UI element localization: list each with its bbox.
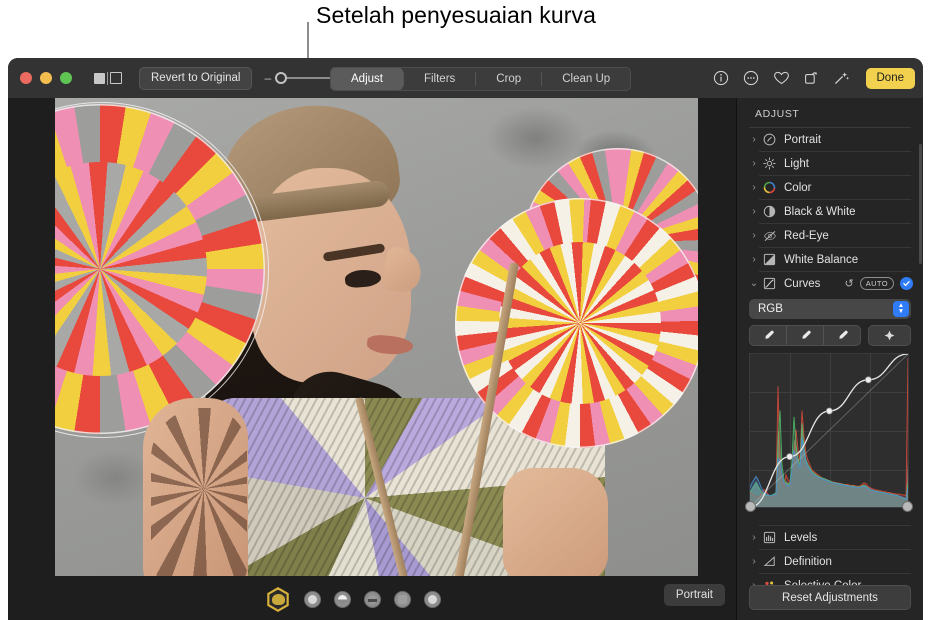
tab-crop[interactable]: Crop xyxy=(476,68,541,90)
sidebar-item-definition[interactable]: › Definition xyxy=(737,550,923,573)
sidebar-item-levels[interactable]: › Levels xyxy=(737,526,923,549)
panel-scrollbar[interactable] xyxy=(919,144,922,264)
sidebar-item-label: Black & White xyxy=(784,206,856,218)
info-icon[interactable] xyxy=(713,70,730,87)
variant-thumbnail-strip[interactable] xyxy=(8,587,698,612)
levels-icon xyxy=(761,531,778,544)
chevron-right-icon[interactable]: › xyxy=(749,230,759,241)
chevron-right-icon[interactable]: › xyxy=(749,556,759,567)
red-eye-icon xyxy=(761,229,778,242)
sidebar-item-red-eye[interactable]: › Red-Eye xyxy=(737,224,923,247)
reset-adjustments-button[interactable]: Reset Adjustments xyxy=(749,585,911,610)
curve-editor[interactable] xyxy=(749,353,911,508)
edited-photo[interactable] xyxy=(55,98,698,576)
auto-button[interactable]: AUTO xyxy=(860,277,894,290)
chevron-right-icon[interactable]: › xyxy=(749,158,759,169)
zoom-slider-knob[interactable] xyxy=(275,72,287,84)
variant-thumb[interactable] xyxy=(394,591,411,608)
sidebar-item-label: White Balance xyxy=(784,254,858,266)
histogram-svg xyxy=(750,354,908,507)
chevron-right-icon[interactable]: › xyxy=(749,134,759,145)
portrait-icon xyxy=(761,133,778,146)
sidebar-item-label: Levels xyxy=(784,532,817,544)
revert-to-original-button[interactable]: Revert to Original xyxy=(139,67,252,90)
variant-thumb[interactable] xyxy=(364,591,381,608)
chevron-right-icon[interactable]: › xyxy=(749,182,759,193)
curves-icon xyxy=(761,277,778,290)
leaf-shadow-on-arm xyxy=(151,408,247,576)
curves-header-controls: ↺ AUTO xyxy=(844,277,913,290)
window-toolbar: Revert to Original – + Adjust Filters Cr… xyxy=(8,58,923,98)
light-icon xyxy=(761,157,778,170)
panel-title: ADJUST xyxy=(737,98,923,127)
variant-thumb[interactable] xyxy=(334,591,351,608)
favorite-heart-icon[interactable] xyxy=(773,70,790,87)
sidebar-item-light[interactable]: › Light xyxy=(737,152,923,175)
photo-canvas-area: Portrait xyxy=(8,98,745,620)
black-and-white-icon xyxy=(761,205,778,218)
color-wheel-icon xyxy=(761,181,778,194)
chevron-right-icon[interactable]: › xyxy=(749,254,759,265)
variant-thumb[interactable] xyxy=(304,591,321,608)
adjust-sidebar: ADJUST › Portrait › Light › xyxy=(736,98,923,620)
channel-select[interactable]: RGB ▲▼ xyxy=(749,299,911,319)
eyedropper-group[interactable] xyxy=(749,325,861,346)
subject-hand xyxy=(503,468,608,576)
sidebar-item-color[interactable]: › Color xyxy=(737,176,923,199)
gray-point-eyedropper[interactable] xyxy=(786,326,823,345)
minimize-button[interactable] xyxy=(40,72,52,84)
close-button[interactable] xyxy=(20,72,32,84)
sidebar-item-label: Portrait xyxy=(784,134,821,146)
tab-filters[interactable]: Filters xyxy=(404,68,475,90)
chevron-down-icon[interactable]: ⌄ xyxy=(749,278,759,289)
add-point-icon[interactable] xyxy=(868,325,911,346)
white-point-handle[interactable] xyxy=(902,501,913,512)
curve-tool-row xyxy=(749,325,911,346)
sidebar-item-label: Light xyxy=(784,158,809,170)
sidebar-item-curves[interactable]: ⌄ Curves ↺ AUTO xyxy=(737,272,923,295)
black-point-handle[interactable] xyxy=(745,501,756,512)
done-button[interactable]: Done xyxy=(866,68,916,89)
chevron-right-icon[interactable]: › xyxy=(749,206,759,217)
enhance-wand-icon[interactable] xyxy=(833,70,850,87)
sidebar-item-white-balance[interactable]: › White Balance xyxy=(737,248,923,271)
histogram-curve-plot[interactable] xyxy=(749,353,909,508)
edit-mode-segmented-control[interactable]: Adjust Filters Crop Clean Up xyxy=(330,67,631,91)
black-point-eyedropper[interactable] xyxy=(750,326,786,345)
tab-clean-up[interactable]: Clean Up xyxy=(542,68,630,90)
sidebar-item-portrait[interactable]: › Portrait xyxy=(737,128,923,151)
rotate-icon[interactable] xyxy=(803,70,820,87)
sidebar-item-label: Curves xyxy=(784,278,820,290)
zoom-out-label[interactable]: – xyxy=(264,72,271,84)
tab-adjust[interactable]: Adjust xyxy=(331,68,403,90)
chevron-right-icon[interactable]: › xyxy=(749,532,759,543)
white-balance-icon xyxy=(761,253,778,266)
sidebar-item-label: Color xyxy=(784,182,811,194)
sidebar-item-black-and-white[interactable]: › Black & White xyxy=(737,200,923,223)
more-options-icon[interactable] xyxy=(743,70,760,87)
channel-value: RGB xyxy=(749,303,783,315)
chevron-up-down-icon[interactable]: ▲▼ xyxy=(893,301,909,317)
definition-icon xyxy=(761,555,778,568)
reset-arrow-icon[interactable]: ↺ xyxy=(844,277,853,290)
checkmark-icon[interactable] xyxy=(900,277,913,290)
callout-label: Setelah penyesuaian kurva xyxy=(316,2,596,29)
sidebar-item-label: Red-Eye xyxy=(784,230,829,242)
sidebar-item-label: Definition xyxy=(784,556,832,568)
variant-thumb-selected[interactable] xyxy=(266,587,291,612)
zoom-button[interactable] xyxy=(60,72,72,84)
white-point-eyedropper[interactable] xyxy=(823,326,860,345)
photos-editor-window: Revert to Original – + Adjust Filters Cr… xyxy=(8,58,923,620)
split-view-icon[interactable] xyxy=(94,72,122,85)
toolbar-right-group: Done xyxy=(713,58,916,98)
variant-thumb[interactable] xyxy=(424,591,441,608)
